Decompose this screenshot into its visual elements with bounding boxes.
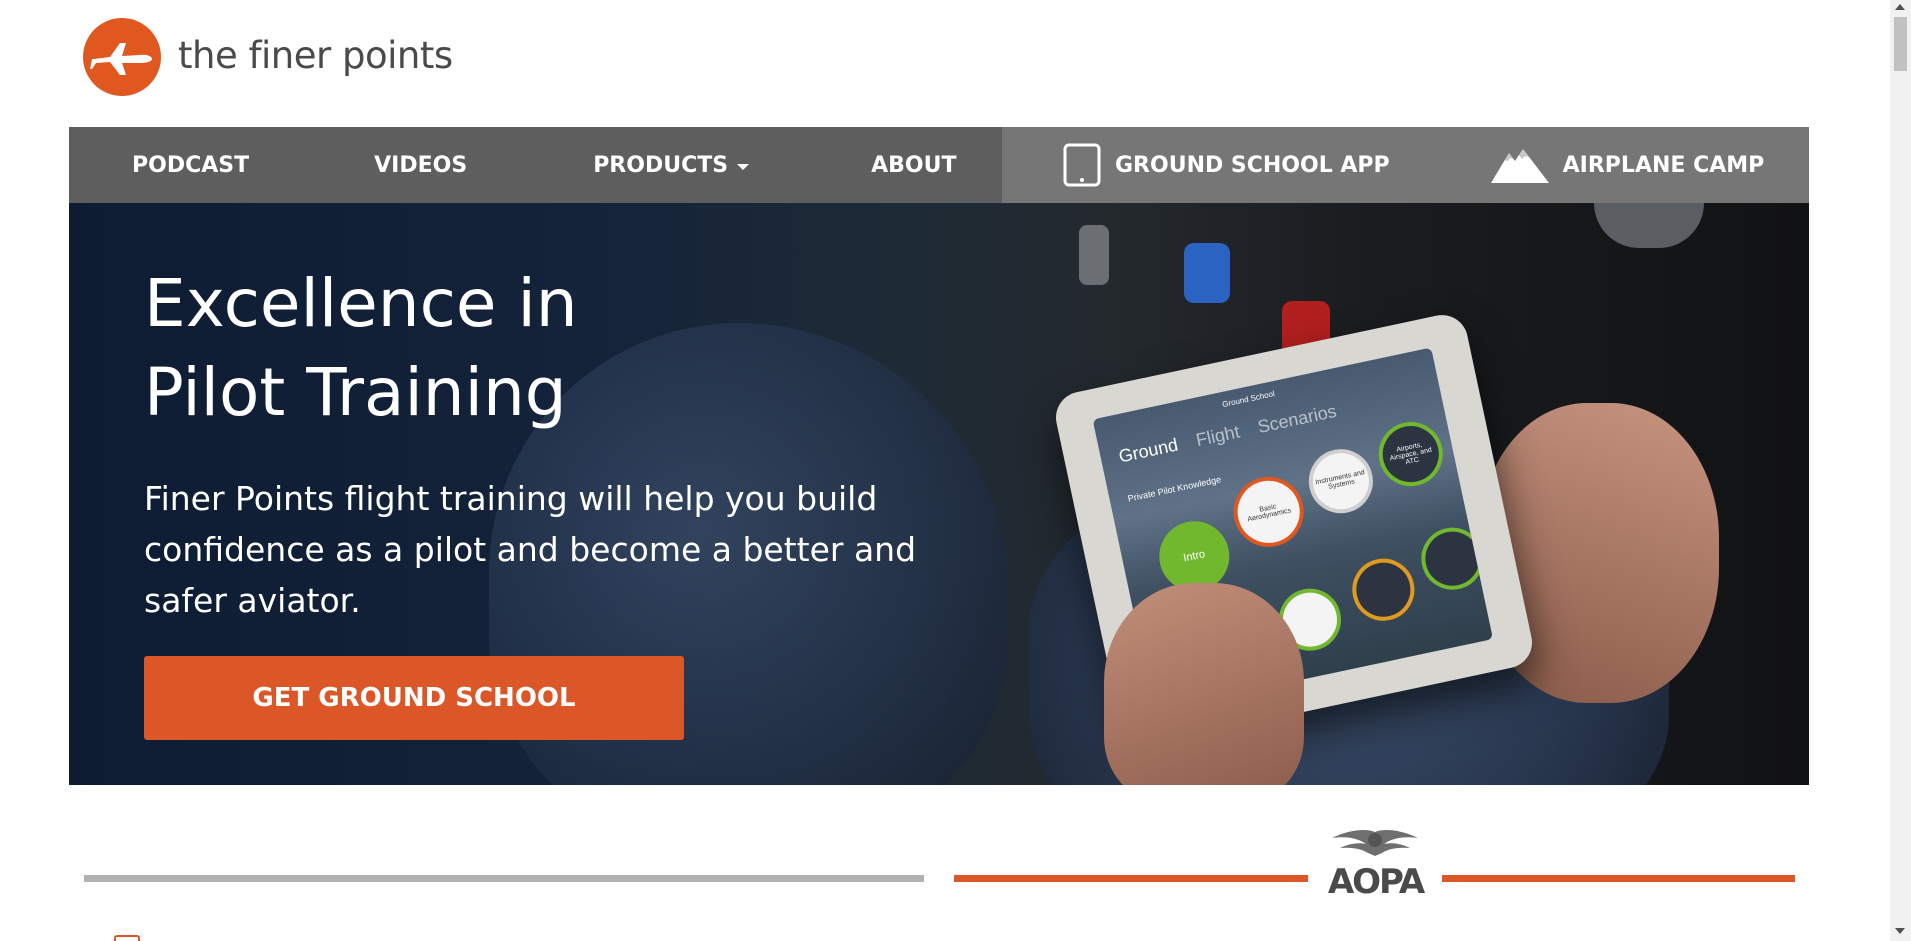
scroll-thumb[interactable] [1894, 17, 1907, 71]
main-nav: PODCAST VIDEOS PRODUCTS ABOUT GROUND SCH… [69, 127, 1809, 203]
screen-bubble-chapter: Basic Aerodynamics [1227, 470, 1311, 554]
mountain-icon [1490, 147, 1549, 183]
screen-bubble-chapter: Instruments and Systems [1302, 443, 1379, 520]
screen-tab-scenarios: Scenarios [1255, 400, 1339, 438]
caret-down-icon [737, 163, 750, 170]
section-divider [954, 875, 1308, 882]
nav-item-label: VIDEOS [374, 152, 468, 178]
page-scrollbar[interactable] [1890, 0, 1911, 941]
hero-banner: Ground School Ground Flight Scenarios Pr… [69, 203, 1809, 785]
site-name[interactable]: the finer points [178, 34, 453, 77]
screen-bubble-chapter: Airports, Airspace, and ATC [1372, 416, 1449, 493]
nav-item-label: PODCAST [132, 152, 250, 178]
hero-photo-gauge [1594, 203, 1704, 248]
hero-photo-hand [1104, 583, 1304, 785]
scroll-down-arrow-icon[interactable] [1895, 928, 1905, 934]
section-icon [114, 935, 140, 941]
hero-title: Excellence in Pilot Training [144, 259, 844, 437]
screen-bubble-chapter [1415, 521, 1490, 596]
hero-description: Finer Points flight training will help y… [144, 479, 917, 620]
hero-photo-knob [1079, 225, 1109, 285]
nav-item-label: AIRPLANE CAMP [1562, 152, 1765, 178]
site-header: the finer points [0, 0, 1890, 127]
nav-item-label: PRODUCTS [593, 152, 729, 178]
screen-tab-flight: Flight [1194, 421, 1242, 451]
nav-featured: GROUND SCHOOL APP AIRPLANE CAMP [1002, 127, 1809, 203]
site-logo[interactable] [83, 18, 161, 96]
aopa-logo-text: AOPA [1327, 862, 1425, 902]
nav-item-videos[interactable]: VIDEOS [374, 127, 467, 203]
nav-item-about[interactable]: ABOUT [871, 127, 956, 203]
nav-item-label: ABOUT [871, 152, 957, 178]
nav-item-airplane-camp[interactable]: AIRPLANE CAMP [1490, 127, 1765, 203]
get-ground-school-button[interactable]: GET GROUND SCHOOL [144, 656, 684, 740]
scroll-up-arrow-icon[interactable] [1895, 4, 1905, 10]
nav-item-ground-school-app[interactable]: GROUND SCHOOL APP [1063, 127, 1390, 203]
nav-primary: PODCAST VIDEOS PRODUCTS ABOUT [69, 127, 1002, 203]
airplane-icon [90, 43, 152, 75]
screen-app-title: Ground School [1221, 389, 1276, 410]
hero-title-line: Pilot Training [144, 354, 567, 431]
aopa-logo[interactable]: AOPA [1318, 826, 1433, 904]
tablet-icon [1063, 143, 1101, 187]
screen-subtitle: Private Pilot Knowledge [1126, 474, 1222, 504]
hero-photo-blue-knob [1184, 243, 1230, 303]
nav-item-label: GROUND SCHOOL APP [1115, 152, 1390, 178]
nav-item-podcast[interactable]: PODCAST [132, 127, 249, 203]
screen-bubble-chapter [1346, 552, 1421, 627]
aopa-wings-icon [1332, 830, 1418, 856]
hero-title-line: Excellence in [144, 265, 578, 342]
screen-tab-ground: Ground [1116, 434, 1180, 467]
screen-tabs: Ground Flight Scenarios [1117, 398, 1352, 468]
section-divider [1442, 875, 1795, 882]
nav-item-products[interactable]: PRODUCTS [593, 127, 750, 203]
section-divider [84, 875, 924, 882]
